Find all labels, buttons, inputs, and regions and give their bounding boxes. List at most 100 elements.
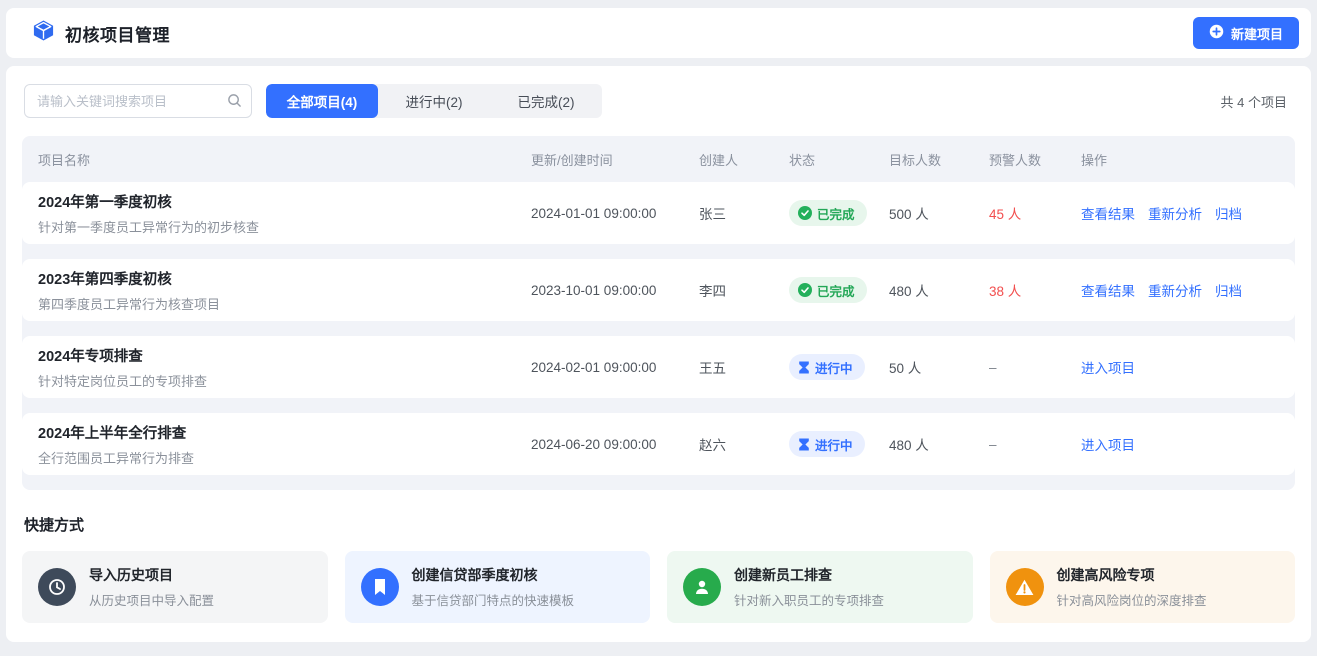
project-name: 2024年专项排查 [38,345,531,366]
col-header-status: 状态 [789,150,889,169]
project-name: 2024年上半年全行排查 [38,422,531,443]
search-input[interactable] [24,84,252,118]
shortcut-title: 创建高风险专项 [1057,565,1207,585]
action-link[interactable]: 归档 [1215,280,1242,300]
shortcut-title: 创建新员工排查 [734,565,884,585]
project-status-cell: 已完成 [789,200,889,226]
clock-icon [38,568,76,606]
row-actions: 查看结果重新分析归档 [1081,203,1279,223]
shortcut-card[interactable]: 创建高风险专项 针对高风险岗位的深度排查 [990,551,1296,623]
page-header: 初核项目管理 新建项目 [6,8,1311,58]
user-icon [683,568,721,606]
action-link[interactable]: 进入项目 [1081,357,1135,377]
toolbar: 全部项目(4)进行中(2)已完成(2) 共 4 个项目 [24,84,1295,118]
shortcut-description: 针对新入职员工的专项排查 [734,590,884,609]
action-link[interactable]: 查看结果 [1081,203,1135,223]
title-wrap: 初核项目管理 [32,19,170,47]
project-status-cell: 进行中 [789,354,889,380]
status-badge: 进行中 [789,354,865,380]
project-name-cell: 2024年上半年全行排查 全行范围员工异常行为排查 [38,422,531,467]
status-label: 已完成 [817,204,855,223]
project-target-count: 50 人 [889,357,989,377]
project-warning-count: 45 人 [989,203,1081,223]
action-link[interactable]: 查看结果 [1081,280,1135,300]
action-link[interactable]: 进入项目 [1081,434,1135,454]
project-time: 2024-01-01 09:00:00 [531,206,699,221]
project-creator: 赵六 [699,434,789,454]
shortcuts-title: 快捷方式 [24,514,1293,535]
project-warning-count: 38 人 [989,280,1081,300]
shortcut-description: 基于信贷部门特点的快速模板 [412,590,575,609]
hourglass-icon [798,438,810,451]
main-card: 全部项目(4)进行中(2)已完成(2) 共 4 个项目 项目名称 更新/创建时间… [6,66,1311,642]
total-count: 共 4 个项目 [1221,92,1287,111]
shortcuts-grid: 导入历史项目 从历史项目中导入配置 创建信贷部季度初核 基于信贷部门特点的快速模… [22,551,1295,623]
project-target-count: 480 人 [889,280,989,300]
table-row: 2023年第四季度初核 第四季度员工异常行为核查项目 2023-10-01 09… [22,259,1295,321]
project-description: 全行范围员工异常行为排查 [38,448,531,467]
status-label: 进行中 [815,358,853,377]
project-name-cell: 2023年第四季度初核 第四季度员工异常行为核查项目 [38,268,531,313]
status-label: 进行中 [815,435,853,454]
status-badge: 已完成 [789,200,867,226]
shortcut-description: 从历史项目中导入配置 [89,590,214,609]
action-link[interactable]: 归档 [1215,203,1242,223]
project-description: 第四季度员工异常行为核查项目 [38,294,531,313]
col-header-actions: 操作 [1081,150,1279,169]
project-warning-count: – [989,360,1081,375]
col-header-warning: 预警人数 [989,150,1081,169]
table-row: 2024年上半年全行排查 全行范围员工异常行为排查 2024-06-20 09:… [22,413,1295,475]
shortcut-card[interactable]: 创建信贷部季度初核 基于信贷部门特点的快速模板 [345,551,651,623]
warning-icon [1006,568,1044,606]
status-badge: 进行中 [789,431,865,457]
project-time: 2024-02-01 09:00:00 [531,360,699,375]
project-status-cell: 已完成 [789,277,889,303]
project-target-count: 500 人 [889,203,989,223]
tab-group: 全部项目(4)进行中(2)已完成(2) [266,84,602,118]
tab-2[interactable]: 已完成(2) [490,84,602,118]
project-name: 2023年第四季度初核 [38,268,531,289]
project-time: 2024-06-20 09:00:00 [531,437,699,452]
shortcut-description: 针对高风险岗位的深度排查 [1057,590,1207,609]
status-label: 已完成 [817,281,855,300]
project-name-cell: 2024年第一季度初核 针对第一季度员工异常行为的初步核查 [38,191,531,236]
project-name: 2024年第一季度初核 [38,191,531,212]
project-description: 针对特定岗位员工的专项排查 [38,371,531,390]
project-creator: 王五 [699,357,789,377]
search-box [24,84,252,118]
project-warning-count: – [989,437,1081,452]
table-row: 2024年第一季度初核 针对第一季度员工异常行为的初步核查 2024-01-01… [22,182,1295,244]
project-time: 2023-10-01 09:00:00 [531,283,699,298]
project-target-count: 480 人 [889,434,989,454]
check-circle-icon [798,283,812,297]
project-table: 项目名称 更新/创建时间 创建人 状态 目标人数 预警人数 操作 2024年第一… [22,136,1295,490]
project-name-cell: 2024年专项排查 针对特定岗位员工的专项排查 [38,345,531,390]
row-actions: 进入项目 [1081,357,1279,377]
table-body: 2024年第一季度初核 针对第一季度员工异常行为的初步核查 2024-01-01… [22,182,1295,475]
new-project-button[interactable]: 新建项目 [1193,17,1299,49]
table-header-row: 项目名称 更新/创建时间 创建人 状态 目标人数 预警人数 操作 [22,136,1295,182]
tab-0[interactable]: 全部项目(4) [266,84,378,118]
col-header-target: 目标人数 [889,150,989,169]
col-header-time: 更新/创建时间 [531,150,699,169]
project-creator: 李四 [699,280,789,300]
project-description: 针对第一季度员工异常行为的初步核查 [38,217,531,236]
table-row: 2024年专项排查 针对特定岗位员工的专项排查 2024-02-01 09:00… [22,336,1295,398]
shortcut-card[interactable]: 创建新员工排查 针对新入职员工的专项排查 [667,551,973,623]
action-link[interactable]: 重新分析 [1148,280,1202,300]
shortcut-card[interactable]: 导入历史项目 从历史项目中导入配置 [22,551,328,623]
action-link[interactable]: 重新分析 [1148,203,1202,223]
shortcut-title: 创建信贷部季度初核 [412,565,575,585]
search-icon [227,93,242,113]
status-badge: 已完成 [789,277,867,303]
col-header-creator: 创建人 [699,150,789,169]
plus-circle-icon [1209,24,1224,42]
hourglass-icon [798,361,810,374]
row-actions: 查看结果重新分析归档 [1081,280,1279,300]
project-creator: 张三 [699,203,789,223]
tab-1[interactable]: 进行中(2) [378,84,490,118]
page-title: 初核项目管理 [65,21,170,46]
row-actions: 进入项目 [1081,434,1279,454]
bookmark-icon [361,568,399,606]
cube-icon [32,19,55,47]
